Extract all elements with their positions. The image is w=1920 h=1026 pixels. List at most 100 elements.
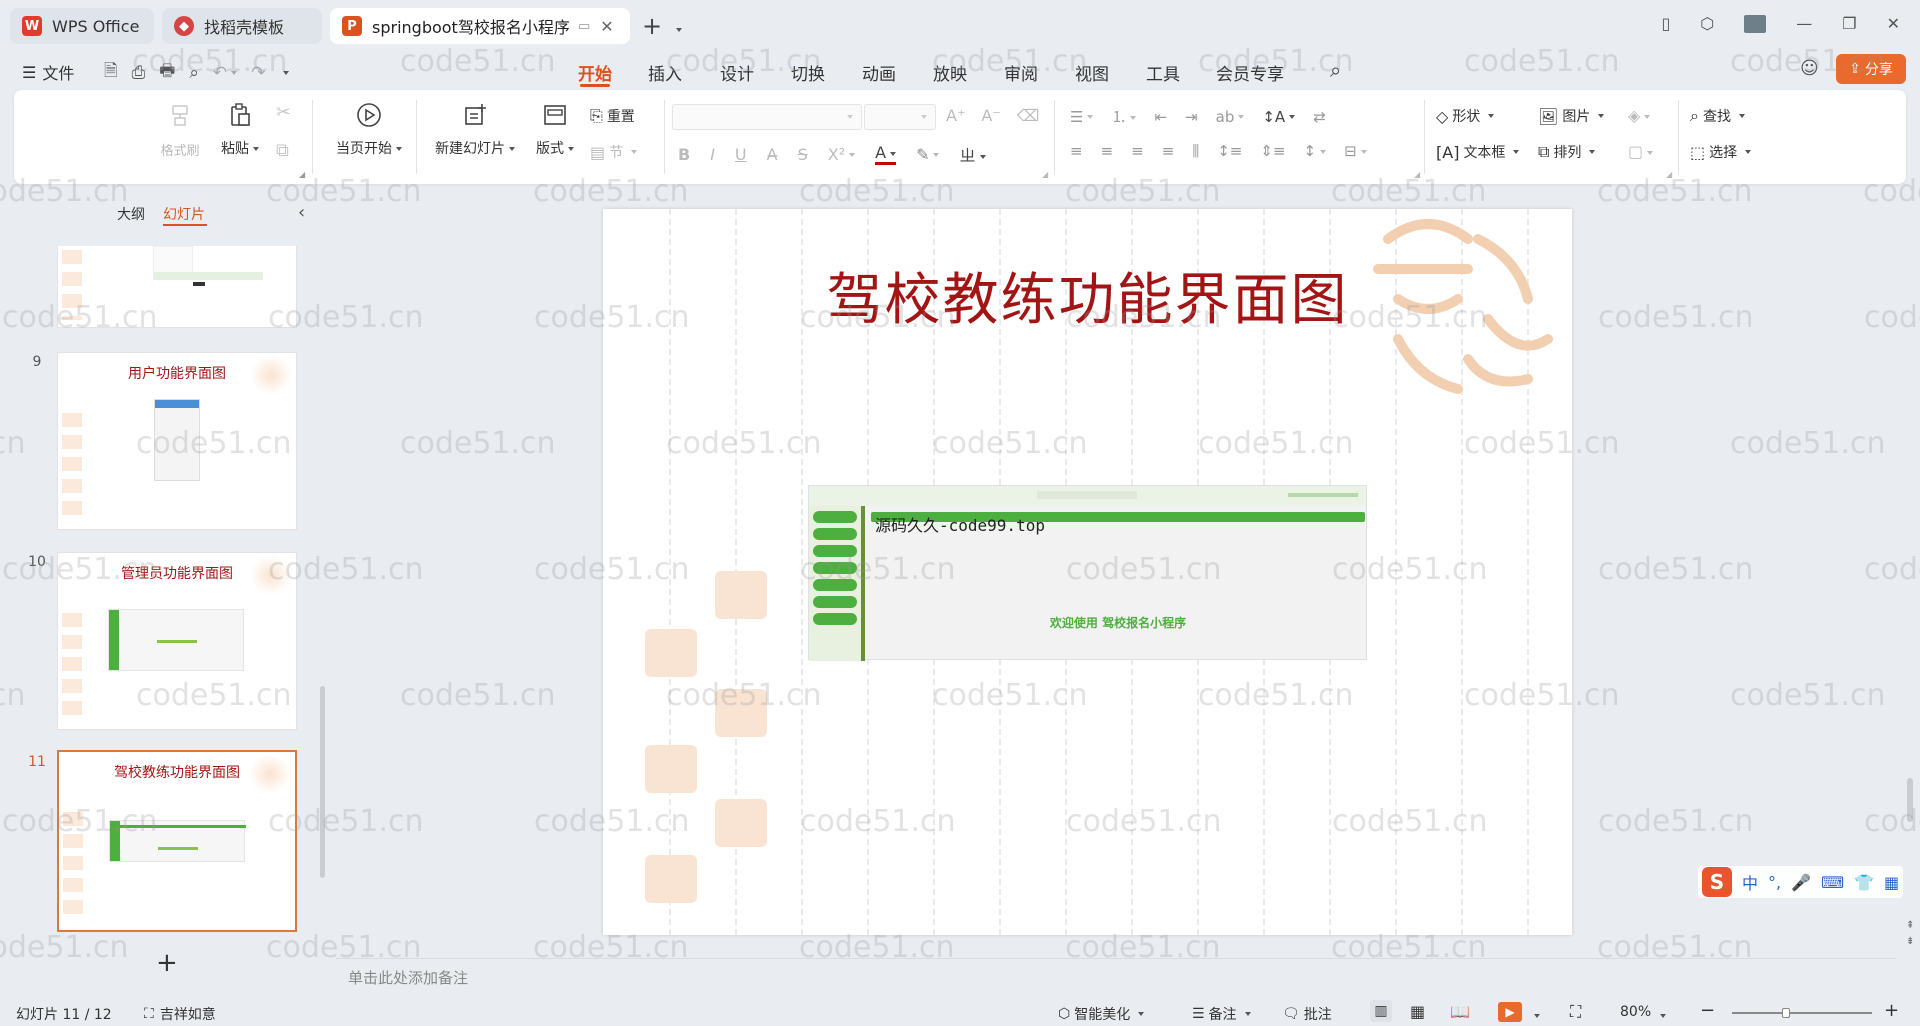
slide-canvas[interactable]: 驾校教练功能界面图 源码久久-code99.top 欢迎使用 驾校报名小程序 [603,209,1572,935]
outline-icon[interactable]: ▢ [1628,142,1654,161]
zoom-slider[interactable] [1732,1008,1872,1018]
decrease-font-icon[interactable]: A⁻ [981,106,1000,125]
format-brush-button[interactable]: 格式刷 [158,102,202,159]
print-preview-icon[interactable]: ⌕ [189,63,199,83]
avatar[interactable] [1744,14,1767,33]
outdent-icon[interactable]: ⇤ [1154,108,1167,126]
prev-slide-icon[interactable]: ⇞ [1906,920,1914,931]
group-expand-icon[interactable]: ◢ [299,170,305,179]
file-menu[interactable]: ☰ 文件 [22,60,74,84]
align-left-icon[interactable]: ≡ [1070,142,1083,160]
textbox-button[interactable]: [A] 文本框 [1436,142,1520,162]
ime-punctuation[interactable]: °, [1768,873,1781,892]
italic-icon[interactable]: I [710,145,715,164]
clear-format-icon[interactable]: ⌫ [1017,106,1040,125]
redo-icon[interactable]: ↷ [251,63,265,83]
zoom-out-icon[interactable]: − [1700,1000,1715,1021]
fit-window-icon[interactable]: ⛶ [1570,1002,1581,1022]
highlight-icon[interactable]: ✎ [916,145,940,164]
align-center-icon[interactable]: ≡ [1101,142,1114,160]
search-icon[interactable]: ⌕ [1330,58,1341,82]
play-from-current-button[interactable]: 当页开始 [324,102,414,158]
menu-item-transition[interactable]: 切换 [791,60,825,85]
grid-icon[interactable]: ▦ [1884,873,1899,892]
theme-button[interactable]: ⛶ 吉祥如意 [144,1004,216,1024]
shape-button[interactable]: ◇ 形状 [1436,106,1495,126]
shadow-icon[interactable]: A̶ [767,145,778,164]
font-size-select[interactable] [864,104,936,130]
scrollbar-thumb[interactable] [1907,778,1913,822]
next-slide-icon[interactable]: ⇟ [1906,936,1914,947]
quick-access-more-icon[interactable] [279,63,290,83]
paragraph-spacing-icon[interactable]: ⇕≡ [1260,142,1285,160]
font-color-icon[interactable]: A [875,143,897,165]
reading-view-icon[interactable]: 📖 [1450,1002,1470,1021]
tab-slides[interactable]: 幻灯片 [163,204,205,224]
save-icon[interactable]: 🗎 [104,58,118,87]
slide-scrollbar[interactable]: ⇞ ⇟ [1904,188,1916,956]
strikethrough-icon[interactable]: S [798,145,808,164]
add-slide-icon[interactable]: + [156,948,178,978]
superscript-icon[interactable]: X² [828,145,856,164]
underline-icon[interactable]: U [735,145,747,164]
indent-icon[interactable]: ⇥ [1185,108,1198,126]
bold-icon[interactable]: B [678,145,690,164]
ime-language[interactable]: 中 [1742,870,1758,894]
arrange-button[interactable]: ⧉ 排列 [1538,142,1596,162]
undo-icon[interactable]: ↶ [213,63,238,83]
menu-item-animation[interactable]: 动画 [862,60,896,85]
copy-icon[interactable]: ⧉ [276,140,289,161]
text-direction-icon[interactable]: ab [1216,108,1245,126]
line-spacing-icon[interactable]: ↕≡ [1217,142,1242,160]
close-window-icon[interactable]: ✕ [1887,14,1900,33]
column-spacing-icon[interactable]: ↕ [1304,142,1327,160]
3d-box-icon[interactable]: ⬡ [1700,14,1714,33]
numbered-list-icon[interactable]: ⒈ [1111,106,1137,127]
tab-list-icon[interactable] [672,22,682,38]
zoom-in-icon[interactable]: + [1884,1000,1899,1021]
comments-button[interactable]: 🗨 批注 [1282,1004,1332,1024]
reading-mode-icon[interactable]: ▯ [1661,14,1670,33]
minimize-icon[interactable]: — [1796,14,1812,33]
menu-item-member[interactable]: 会员专享 [1216,60,1284,85]
section-button[interactable]: ▤ 节 [590,142,638,162]
phonetic-icon[interactable]: ㄓ [959,142,986,166]
tab-wps-office[interactable]: W WPS Office [10,8,154,44]
increase-font-icon[interactable]: A⁺ [946,106,965,125]
panel-scrollbar[interactable] [320,686,325,878]
notes-pane[interactable]: 单击此处添加备注 [336,958,1896,998]
group-expand-icon[interactable]: ◢ [1666,170,1672,179]
monitor-icon[interactable]: ▭ [578,19,590,34]
play-options-icon[interactable] [1530,1008,1540,1024]
new-tab-icon[interactable]: + [642,12,662,40]
bullet-list-icon[interactable]: ☰ [1070,108,1094,126]
align-right-icon[interactable]: ≡ [1131,142,1144,160]
cut-icon[interactable]: ✂ [276,102,291,123]
sort-icon[interactable]: ↕A [1262,108,1296,126]
normal-view-icon[interactable]: ▥ [1370,1000,1392,1022]
tab-presentation[interactable]: P springboot驾校报名小程序 P ▭ ✕ [330,8,630,44]
slide-thumbnail[interactable] [57,246,297,328]
print-icon[interactable]: 🖶 [159,58,175,87]
text-align-icon[interactable]: ⊟ [1344,142,1367,160]
maximize-icon[interactable]: ❐ [1842,14,1856,33]
group-expand-icon[interactable]: ◢ [1414,170,1420,179]
slide-title[interactable]: 驾校教练功能界面图 [603,255,1572,336]
collapse-panel-icon[interactable]: ‹ [298,202,305,223]
layout-button[interactable]: 版式 [530,102,580,158]
reset-button[interactable]: ⎘ 重置 [590,106,635,126]
find-button[interactable]: ⌕ 查找 [1690,106,1745,126]
menu-item-home[interactable]: 开始 [578,60,612,85]
chat-icon[interactable]: ☺ [1800,58,1819,79]
notes-placeholder[interactable]: 单击此处添加备注 [348,967,468,988]
notes-toggle-button[interactable]: ☰ 备注 [1192,1004,1251,1024]
menu-item-review[interactable]: 审阅 [1004,60,1038,85]
new-slide-button[interactable]: 新建幻灯片 [428,102,522,158]
share-button[interactable]: ⇪ 分享 [1836,54,1906,84]
convert-icon[interactable]: ⇄ [1313,108,1326,126]
menu-item-design[interactable]: 设计 [720,60,754,85]
tab-template[interactable]: ◆ 找稻壳模板 [162,8,322,44]
embedded-screenshot[interactable]: 源码久久-code99.top 欢迎使用 驾校报名小程序 [808,485,1367,661]
fill-icon[interactable]: ◈ [1628,106,1651,125]
slide-thumbnail[interactable]: 管理员功能界面图 [57,552,297,730]
